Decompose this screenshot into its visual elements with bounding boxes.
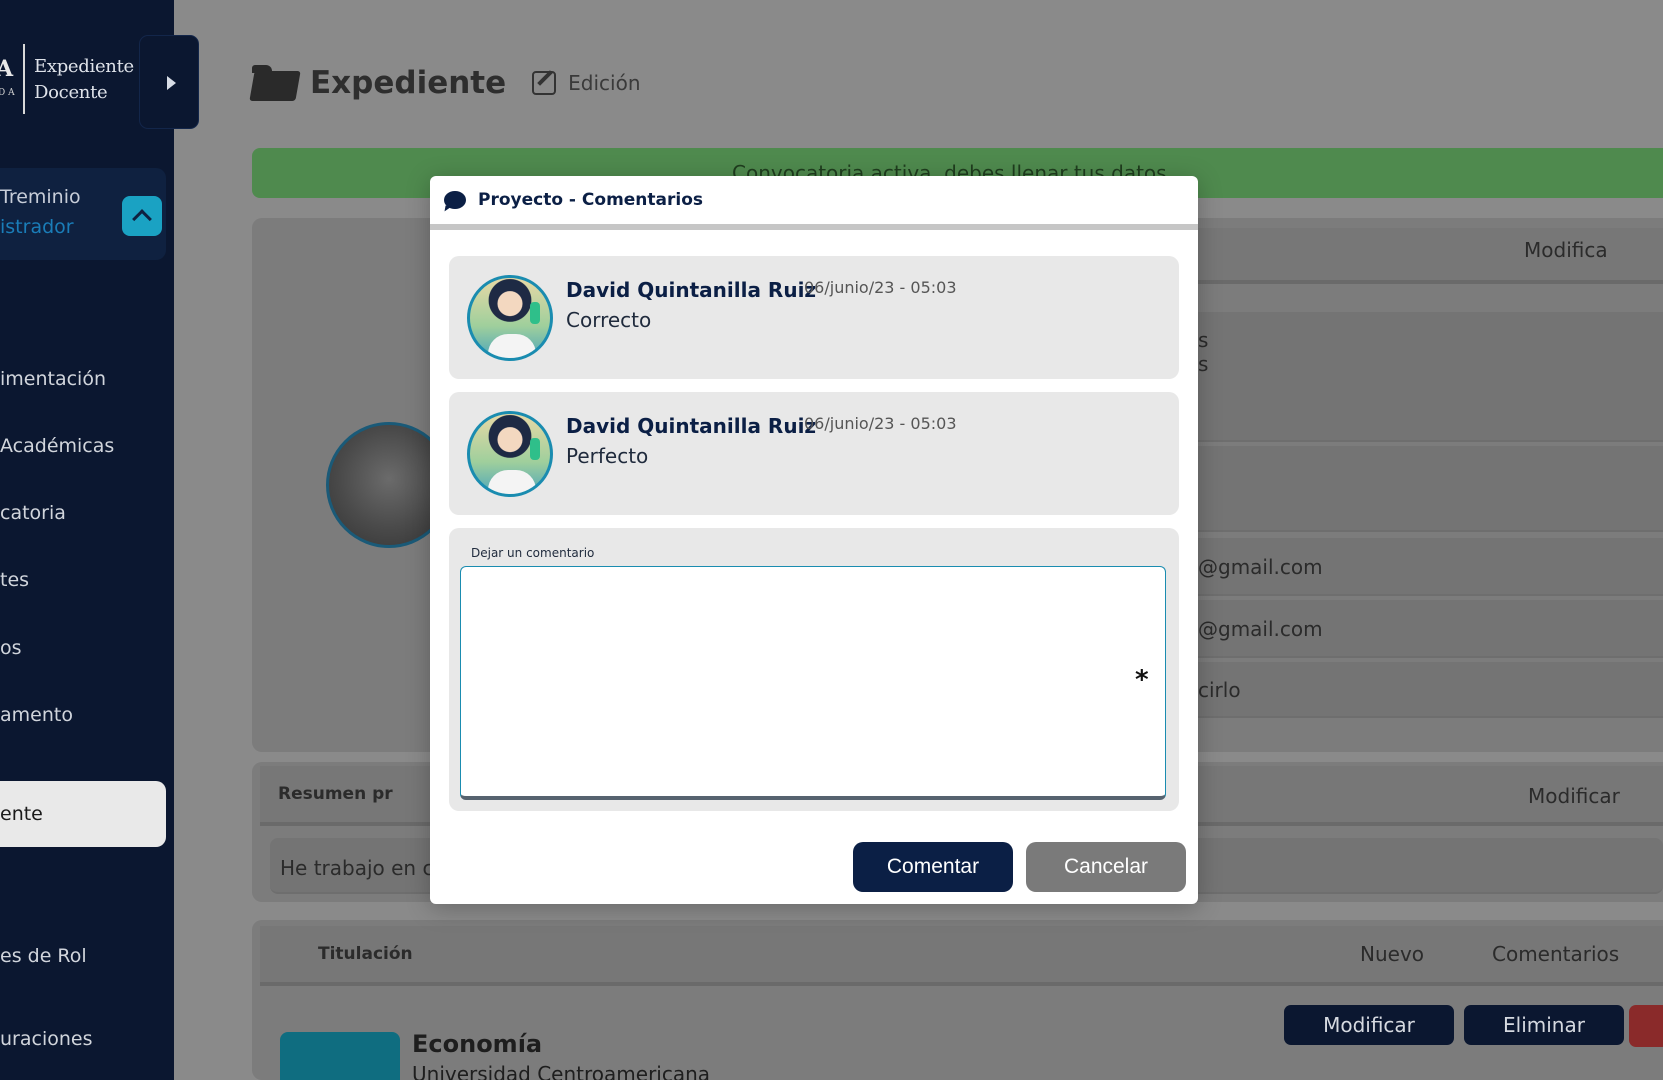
sidebar-item-convocatoria[interactable]: catoria bbox=[0, 487, 166, 539]
logo-mark: A bbox=[0, 56, 14, 82]
comment-submit-button[interactable]: Comentar bbox=[853, 842, 1013, 892]
profile-email-1: @gmail.com bbox=[1198, 555, 1323, 579]
comment-item: David Quintanilla Ruiz 06/junio/23 - 05:… bbox=[449, 256, 1179, 379]
comments-modal: Proyecto - Comentarios David Quintanilla… bbox=[430, 176, 1198, 904]
chat-bubble-icon bbox=[444, 191, 466, 209]
sidebar-item-departamento[interactable]: amento bbox=[0, 689, 166, 741]
degree-university: Universidad Centroamericana bbox=[412, 1062, 711, 1080]
profile-modify-button[interactable]: Modifica bbox=[1524, 238, 1608, 262]
logo-mark-sub: D A bbox=[0, 88, 15, 98]
avatar-body bbox=[488, 334, 536, 358]
profile-row-3 bbox=[1198, 662, 1663, 718]
titulacion-card-header bbox=[260, 926, 1663, 986]
headphones-detail bbox=[530, 438, 540, 460]
sidebar: A D A Expediente Docente Treminio istrad… bbox=[0, 0, 174, 1080]
summary-title: Resumen pr bbox=[278, 784, 393, 804]
user-role: istrador bbox=[0, 216, 74, 238]
degree-name: Economía bbox=[412, 1030, 543, 1058]
folder-open-icon bbox=[252, 65, 298, 101]
sidebar-item-documentacion[interactable]: imentación bbox=[0, 353, 166, 405]
comment-text: Correcto bbox=[566, 308, 652, 332]
avatar-body bbox=[488, 470, 536, 494]
logo-name-line1: Expediente bbox=[34, 56, 134, 77]
edit-mode-label: Edición bbox=[568, 71, 641, 95]
avatar bbox=[467, 275, 553, 361]
user-name: Treminio bbox=[0, 186, 81, 208]
user-box[interactable]: Treminio istrador bbox=[0, 168, 166, 260]
logo-name: Expediente Docente bbox=[34, 54, 134, 106]
sidebar-item-usuarios[interactable]: os bbox=[0, 622, 166, 674]
titulacion-modificar-button[interactable]: Modificar bbox=[1284, 1005, 1454, 1045]
required-asterisk: * bbox=[1135, 665, 1149, 695]
sidebar-toggle-button[interactable] bbox=[139, 35, 199, 129]
profile-partial-2: s bbox=[1198, 352, 1209, 376]
profile-email-2: @gmail.com bbox=[1198, 617, 1323, 641]
comment-text: Perfecto bbox=[566, 444, 649, 468]
titulacion-comentarios-button[interactable]: Comentarios bbox=[1492, 942, 1619, 966]
comment-date: 06/junio/23 - 05:03 bbox=[804, 278, 957, 297]
logo-divider bbox=[23, 44, 25, 114]
titulacion-title: Titulación bbox=[318, 944, 413, 964]
profile-row-2 bbox=[1198, 446, 1663, 532]
titulacion-eliminar-button[interactable]: Eliminar bbox=[1464, 1005, 1624, 1045]
comment-textarea-wrapper: * bbox=[460, 566, 1166, 800]
modal-header: Proyecto - Comentarios bbox=[430, 176, 1198, 230]
cancel-button[interactable]: Cancelar bbox=[1026, 842, 1186, 892]
summary-text: He trabajo en c bbox=[280, 856, 434, 880]
sidebar-item-permisos-rol[interactable]: es de Rol bbox=[0, 930, 166, 982]
close-circle-icon[interactable] bbox=[1629, 1005, 1663, 1047]
comment-item: David Quintanilla Ruiz 06/junio/23 - 05:… bbox=[449, 392, 1179, 515]
sidebar-item-configuraciones[interactable]: uraciones bbox=[0, 1013, 166, 1065]
logo-name-line2: Docente bbox=[34, 82, 108, 103]
titulacion-eliminar-label: Eliminar bbox=[1503, 1013, 1585, 1037]
avatar bbox=[467, 411, 553, 497]
sidebar-item-expediente[interactable]: ente bbox=[0, 781, 166, 847]
titulacion-nuevo-button[interactable]: Nuevo bbox=[1360, 942, 1424, 966]
profile-field-3: cirlo bbox=[1198, 678, 1241, 702]
page-title: Expediente Edición bbox=[252, 58, 641, 108]
profile-partial-1: s bbox=[1198, 328, 1209, 352]
comment-field-label: Dejar un comentario bbox=[471, 546, 595, 560]
page-title-text: Expediente bbox=[310, 65, 507, 101]
comment-author: David Quintanilla Ruiz bbox=[566, 414, 817, 438]
degree-thumbnail bbox=[280, 1032, 400, 1080]
comment-textarea[interactable] bbox=[461, 567, 1165, 796]
caret-right-icon bbox=[167, 76, 176, 90]
sidebar-item-academicas[interactable]: Académicas bbox=[0, 420, 166, 472]
comment-author: David Quintanilla Ruiz bbox=[566, 278, 817, 302]
headphones-detail bbox=[530, 302, 540, 324]
profile-row-1 bbox=[1198, 312, 1663, 442]
sidebar-item-docentes[interactable]: tes bbox=[0, 554, 166, 606]
comment-date: 06/junio/23 - 05:03 bbox=[804, 414, 957, 433]
chevron-up-icon[interactable] bbox=[122, 196, 162, 236]
summary-modify-button[interactable]: Modificar bbox=[1528, 784, 1620, 808]
modal-title: Proyecto - Comentarios bbox=[478, 190, 704, 210]
comment-form: Dejar un comentario * bbox=[449, 528, 1179, 811]
edit-icon bbox=[532, 71, 557, 95]
titulacion-modificar-label: Modificar bbox=[1323, 1013, 1415, 1037]
